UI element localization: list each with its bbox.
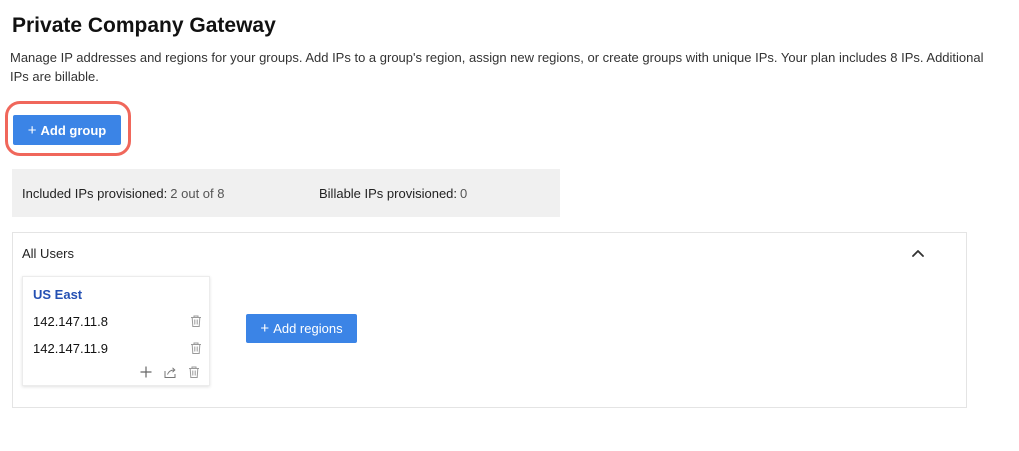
region-name[interactable]: US East	[33, 287, 82, 302]
billable-ips-summary: Billable IPs provisioned: 0	[319, 186, 467, 201]
ip-row: 142.147.11.9	[33, 339, 203, 357]
billable-ips-label: Billable IPs provisioned:	[319, 186, 458, 201]
page-description: Manage IP addresses and regions for your…	[10, 50, 984, 84]
trash-icon[interactable]	[189, 341, 203, 355]
ip-summary-bar: Included IPs provisioned: 2 out of 8 Bill…	[12, 169, 560, 217]
region-card-actions	[139, 365, 201, 379]
trash-icon[interactable]	[187, 365, 201, 379]
trash-icon[interactable]	[189, 314, 203, 328]
chevron-up-icon[interactable]	[910, 245, 926, 261]
ip-row: 142.147.11.8	[33, 312, 203, 330]
included-ips-summary: Included IPs provisioned: 2 out of 8	[22, 186, 224, 201]
add-group-label: Add group	[40, 122, 107, 138]
add-group-button[interactable]: + Add group	[13, 115, 121, 145]
add-regions-label: Add regions	[273, 321, 343, 336]
share-icon[interactable]	[163, 365, 177, 379]
page-title: Private Company Gateway	[12, 14, 276, 37]
plus-icon[interactable]	[139, 365, 153, 379]
ip-address: 142.147.11.8	[33, 313, 108, 329]
billable-ips-value: 0	[460, 186, 468, 201]
included-ips-label: Included IPs provisioned:	[22, 186, 168, 201]
plus-icon: +	[260, 320, 270, 337]
region-card: US East 142.147.11.8 142.147.11.9	[22, 276, 210, 386]
add-regions-button[interactable]: + Add regions	[246, 314, 357, 343]
group-panel: All Users US East 142.147.11.8 142.147.1…	[12, 232, 967, 408]
group-name: All Users	[22, 246, 75, 261]
plus-icon: +	[27, 121, 37, 139]
ip-address: 142.147.11.9	[33, 340, 108, 356]
included-ips-value: 2 out of 8	[170, 186, 225, 201]
